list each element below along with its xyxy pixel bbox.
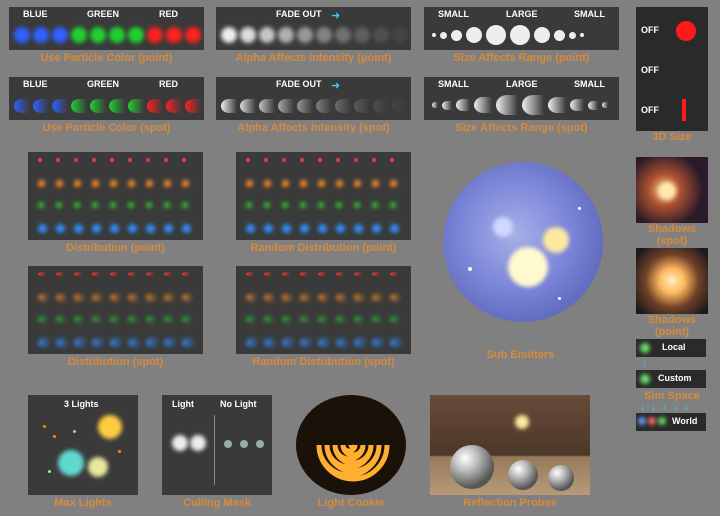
red-label: RED (159, 9, 178, 19)
caption: Distribution (spot) (28, 356, 203, 368)
caption: Random Distribution (point) (236, 242, 411, 254)
max-lights: 3 Lights Max Lights (28, 395, 138, 509)
caption: Use Particle Color (point) (9, 52, 204, 64)
caption: Shadows (spot) (636, 223, 708, 247)
alpha-intensity-point: FADE OUT ➜ Alpha Affects Intensity (poin… (216, 7, 411, 64)
shadows-point: Shadows (point) (636, 248, 708, 338)
distribution-spot: 0 0.25 0.5 1 Distribution (spot) (28, 266, 203, 368)
size-range-spot: SMALL LARGE SMALL Size Affects Range (sp… (424, 77, 619, 134)
green-label: GREEN (87, 9, 119, 19)
arrow-icon: ➜ (331, 79, 340, 92)
caption: Distribution (point) (28, 242, 203, 254)
arrow-icon: ➜ (331, 9, 340, 22)
caption: Size Affects Range (spot) (424, 122, 619, 134)
caption: Max Lights (28, 497, 138, 509)
use-particle-color-point: BLUE GREEN RED Use Particle Color (point… (9, 7, 204, 64)
distribution-point: 0 0.25 0.5 1 Distribution (point) (28, 152, 203, 254)
caption: 3D Size (636, 131, 708, 143)
small2-label: SMALL (574, 9, 605, 19)
caption: Sim Space (636, 390, 708, 402)
caption: Use Particle Color (spot) (9, 122, 204, 134)
culling-mask: Light No Light Culling Mask (162, 395, 272, 509)
size-3d: OFF OFF OFF 3D Size (636, 7, 708, 143)
fade-label: FADE OUT (276, 9, 322, 19)
sim-space: Local ↑ Custom Sim Space ↓↓↓↓↓ World (636, 339, 708, 431)
light-cookie: Light Cookie (296, 395, 406, 509)
caption: Alpha Affects Intensity (point) (216, 52, 411, 64)
use-particle-color-spot: BLUE GREEN RED Use Particle Color (spot) (9, 77, 204, 134)
caption: Reflection Probes (430, 497, 590, 509)
sub-emitters: Sub Emitters (423, 152, 618, 361)
caption: Shadows (point) (636, 314, 708, 338)
caption: Size Affects Range (point) (424, 52, 619, 64)
reflection-probes: Reflection Probes (430, 395, 590, 509)
caption: Random Distribution (spot) (236, 356, 411, 368)
caption: Sub Emitters (423, 349, 618, 361)
caption: Alpha Affects Intensity (spot) (216, 122, 411, 134)
blue-label: BLUE (23, 9, 48, 19)
alpha-intensity-spot: FADE OUT ➜ Alpha Affects Intensity (spot… (216, 77, 411, 134)
random-distribution-spot: 0 0.25 0.5 1 Random Distribution (spot) (236, 266, 411, 368)
random-distribution-point: 0 0.25 0.5 1 Random Distribution (point) (236, 152, 411, 254)
large-label: LARGE (506, 9, 538, 19)
caption: Culling Mask (162, 497, 272, 509)
caption: Light Cookie (296, 497, 406, 509)
shadows-spot: Shadows (spot) (636, 157, 708, 247)
size-range-point: SMALL LARGE SMALL Size Affects Range (po… (424, 7, 619, 64)
small1-label: SMALL (438, 9, 469, 19)
